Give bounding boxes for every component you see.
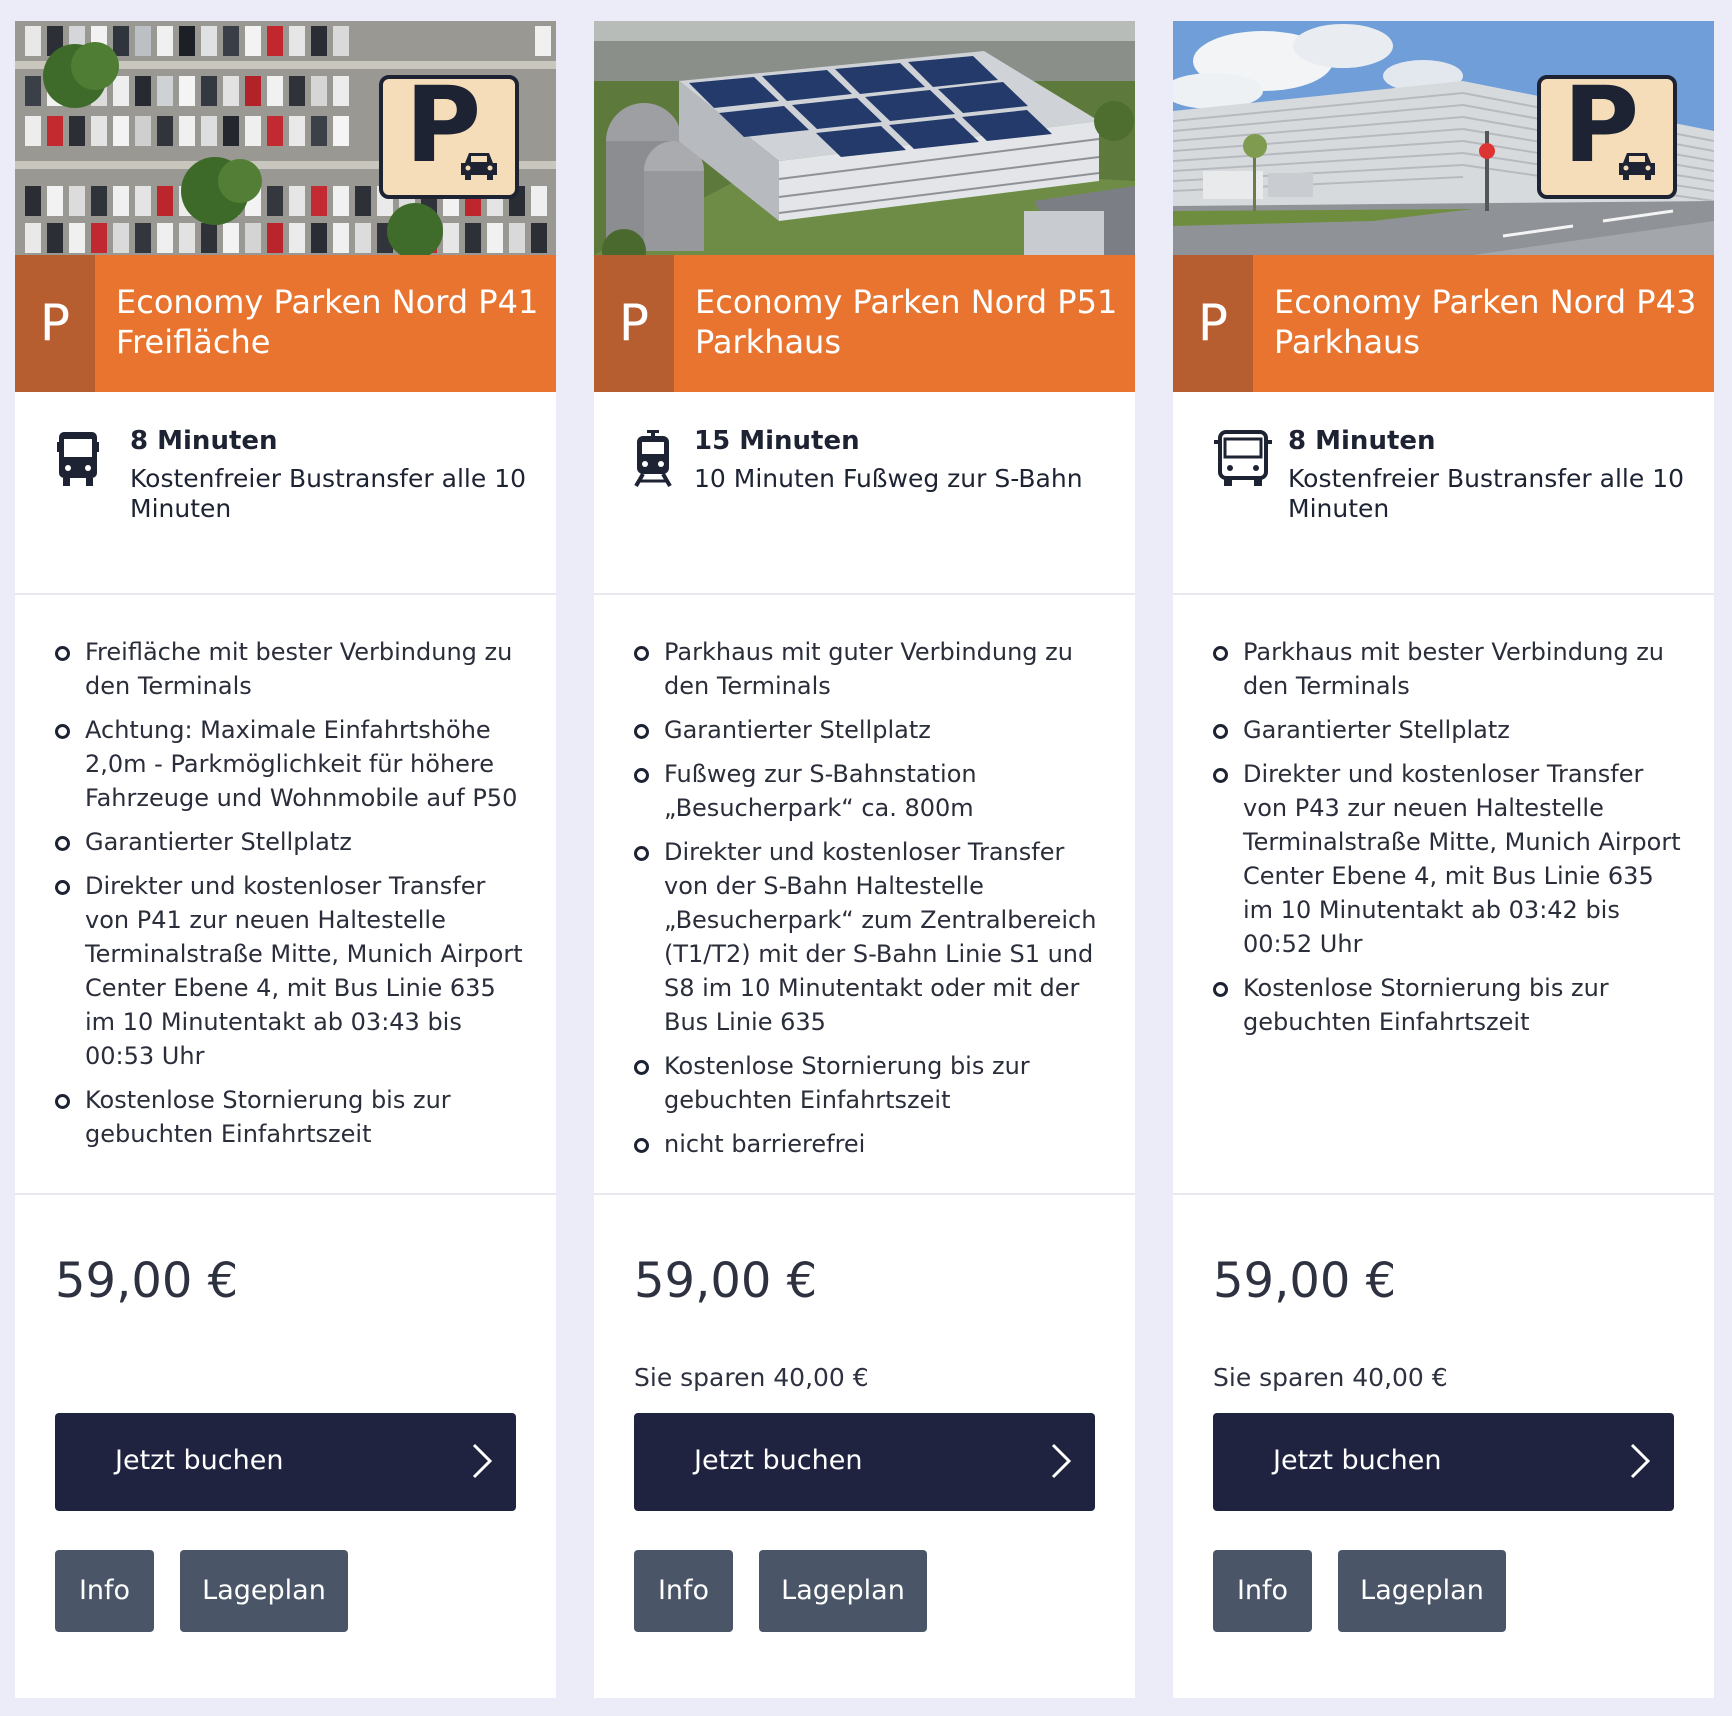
transfer-info: 15 Minuten 10 Minuten Fußweg zur S-Bahn (594, 392, 1135, 595)
chevron-right-icon (1630, 1443, 1651, 1479)
card-title-type: Freifläche (116, 323, 271, 361)
parking-p-icon: P (15, 255, 95, 392)
bus-icon (57, 432, 99, 486)
card-title-name: Economy Parken Nord P41 (116, 283, 539, 321)
parking-garage-aerial-photo (594, 21, 1135, 255)
feature-item: Direkter und kostenloser Transfer von P4… (1213, 757, 1684, 961)
feature-item: Kostenlose Stornierung bis zur gebuchten… (634, 1049, 1105, 1117)
parking-garage-street-photo: P (1173, 21, 1714, 255)
site-map-button[interactable]: Lageplan (1338, 1550, 1506, 1632)
card-title-bar: P Economy Parken Nord P51 Parkhaus (594, 255, 1135, 392)
parking-p-icon: P (594, 255, 674, 392)
bus-icon (1214, 430, 1272, 486)
site-map-button[interactable]: Lageplan (759, 1550, 927, 1632)
parking-offers: P P Economy Parken Nord P41 Freifläche 8… (0, 0, 1732, 1716)
card-title-type: Parkhaus (695, 323, 841, 361)
parking-card-p51: P Economy Parken Nord P51 Parkhaus 15 Mi… (594, 21, 1135, 1698)
book-now-label: Jetzt buchen (1273, 1445, 1442, 1476)
feature-item: Garantierter Stellplatz (634, 713, 1105, 747)
feature-item: Garantierter Stellplatz (55, 825, 526, 859)
feature-list: Parkhaus mit bester Verbindung zu den Te… (1173, 595, 1714, 1195)
info-button[interactable]: Info (1213, 1550, 1312, 1632)
feature-item: Parkhaus mit guter Verbindung zu den Ter… (634, 635, 1105, 703)
feature-item: Achtung: Maximale Einfahrtshöhe 2,0m - P… (55, 713, 526, 815)
parking-lot-photo: P (15, 21, 556, 255)
feature-item: Direkter und kostenloser Transfer von de… (634, 835, 1105, 1039)
transfer-time: 8 Minuten (130, 426, 278, 456)
transfer-description: 10 Minuten Fußweg zur S-Bahn (694, 464, 1083, 493)
price: 59,00 € (55, 1253, 239, 1309)
feature-list: Freifläche mit bester Verbindung zu den … (15, 595, 556, 1195)
book-now-label: Jetzt buchen (694, 1445, 863, 1476)
parking-card-p41: P P Economy Parken Nord P41 Freifläche 8… (15, 21, 556, 1698)
feature-item: Direkter und kostenloser Transfer von P4… (55, 869, 526, 1073)
parking-p-icon: P (1173, 255, 1253, 392)
card-title-type: Parkhaus (1274, 323, 1420, 361)
parking-card-p43: P P Economy Parken Nord P43 Parkhaus 8 M… (1173, 21, 1714, 1698)
train-icon (634, 430, 672, 488)
card-title-name: Economy Parken Nord P51 (695, 283, 1118, 321)
book-now-button[interactable]: Jetzt buchen (634, 1413, 1095, 1511)
feature-item: Freifläche mit bester Verbindung zu den … (55, 635, 526, 703)
transfer-time: 8 Minuten (1288, 426, 1436, 456)
transfer-info: 8 Minuten Kostenfreier Bustransfer alle … (15, 392, 556, 595)
savings-text: Sie sparen 40,00 € (1213, 1363, 1448, 1392)
chevron-right-icon (472, 1443, 493, 1479)
book-now-button[interactable]: Jetzt buchen (1213, 1413, 1674, 1511)
feature-item: Fußweg zur S-Bahnstation „Besucherpark“ … (634, 757, 1105, 825)
feature-item: Parkhaus mit bester Verbindung zu den Te… (1213, 635, 1684, 703)
transfer-description: Kostenfreier Bustransfer alle 10 Minuten (130, 464, 527, 523)
price: 59,00 € (1213, 1253, 1397, 1309)
transfer-time: 15 Minuten (694, 426, 860, 456)
info-button[interactable]: Info (55, 1550, 154, 1632)
parking-sign-icon: P (379, 73, 519, 199)
info-button[interactable]: Info (634, 1550, 733, 1632)
card-title-bar: P Economy Parken Nord P41 Freifläche (15, 255, 556, 392)
parking-sign-icon: P (1537, 73, 1677, 199)
feature-item: Kostenlose Stornierung bis zur gebuchten… (55, 1083, 526, 1151)
savings-text: Sie sparen 40,00 € (634, 1363, 869, 1392)
price: 59,00 € (634, 1253, 818, 1309)
chevron-right-icon (1051, 1443, 1072, 1479)
transfer-description: Kostenfreier Bustransfer alle 10 Minuten (1288, 464, 1685, 523)
book-now-label: Jetzt buchen (115, 1445, 284, 1476)
card-title: Economy Parken Nord P51 Parkhaus (695, 282, 1121, 362)
card-title: Economy Parken Nord P43 Parkhaus (1274, 282, 1700, 362)
card-title-name: Economy Parken Nord P43 (1274, 283, 1697, 321)
card-title: Economy Parken Nord P41 Freifläche (116, 282, 542, 362)
card-title-bar: P Economy Parken Nord P43 Parkhaus (1173, 255, 1714, 392)
feature-item: Garantierter Stellplatz (1213, 713, 1684, 747)
book-now-button[interactable]: Jetzt buchen (55, 1413, 516, 1511)
transfer-info: 8 Minuten Kostenfreier Bustransfer alle … (1173, 392, 1714, 595)
feature-list: Parkhaus mit guter Verbindung zu den Ter… (594, 595, 1135, 1195)
feature-item: nicht barrierefrei (634, 1127, 1105, 1161)
feature-item: Kostenlose Stornierung bis zur gebuchten… (1213, 971, 1684, 1039)
site-map-button[interactable]: Lageplan (180, 1550, 348, 1632)
